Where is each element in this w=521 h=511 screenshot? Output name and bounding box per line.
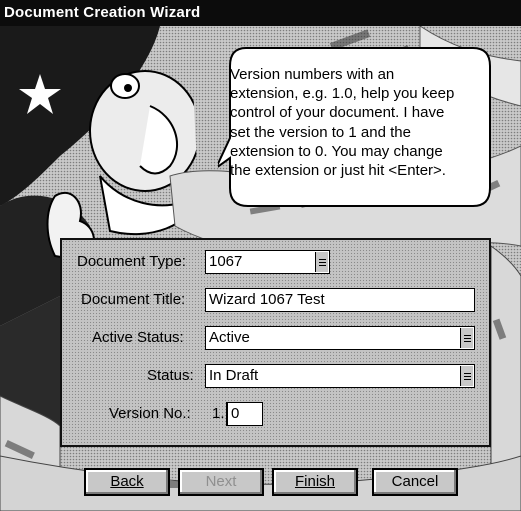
back-button-label: Back (110, 473, 144, 490)
document-type-label: Document Type: (77, 253, 186, 270)
document-type-select[interactable]: 1067 (205, 250, 330, 274)
document-title-label: Document Title: (81, 291, 186, 308)
finish-button-label: Finish (294, 473, 335, 490)
status-label: Status: (147, 367, 194, 384)
status-value: In Draft (209, 367, 259, 384)
bubble-line: set the version to 1 and the (230, 123, 411, 141)
title-bar: Document Creation Wizard (0, 0, 521, 26)
bubble-text: Version numbers with an extension, e.g. … (230, 65, 490, 180)
cancel-button-label: Cancel (391, 473, 439, 490)
wizard-window: Document Creation Wizard Version numbers… (0, 0, 521, 511)
active-status-value: Active (209, 329, 250, 346)
version-major: 1. (212, 405, 225, 422)
document-title-input[interactable]: Wizard 1067 Test (205, 288, 475, 312)
document-form: Document Type: 1067 Document Title: Wiza… (60, 238, 491, 447)
next-button[interactable]: Next (178, 468, 264, 496)
finish-button[interactable]: Finish (272, 468, 358, 496)
version-extension-input[interactable]: 0 (226, 402, 263, 426)
version-label: Version No.: (109, 405, 191, 422)
document-type-spinner-icon[interactable] (315, 252, 328, 272)
bubble-line: extension, e.g. 1.0, help you keep (230, 85, 455, 103)
bubble-line: control of your document. I have (230, 104, 445, 122)
active-status-label: Active Status: (92, 329, 184, 346)
next-button-label: Next (205, 473, 237, 490)
bubble-line: Version numbers with an (230, 66, 395, 83)
status-dropdown-icon[interactable] (460, 366, 473, 386)
document-title-value: Wizard 1067 Test (209, 291, 325, 308)
active-status-select[interactable]: Active (205, 326, 475, 350)
bubble-line: extension to 0. You may change (230, 142, 443, 160)
version-extension-value: 0 (231, 405, 240, 422)
active-status-dropdown-icon[interactable] (460, 328, 473, 348)
document-type-value: 1067 (209, 253, 243, 270)
cancel-button[interactable]: Cancel (372, 468, 458, 496)
back-button[interactable]: Back (84, 468, 170, 496)
bubble-line: the extension or just hit <Enter>. (230, 162, 446, 180)
status-select[interactable]: In Draft (205, 364, 475, 388)
